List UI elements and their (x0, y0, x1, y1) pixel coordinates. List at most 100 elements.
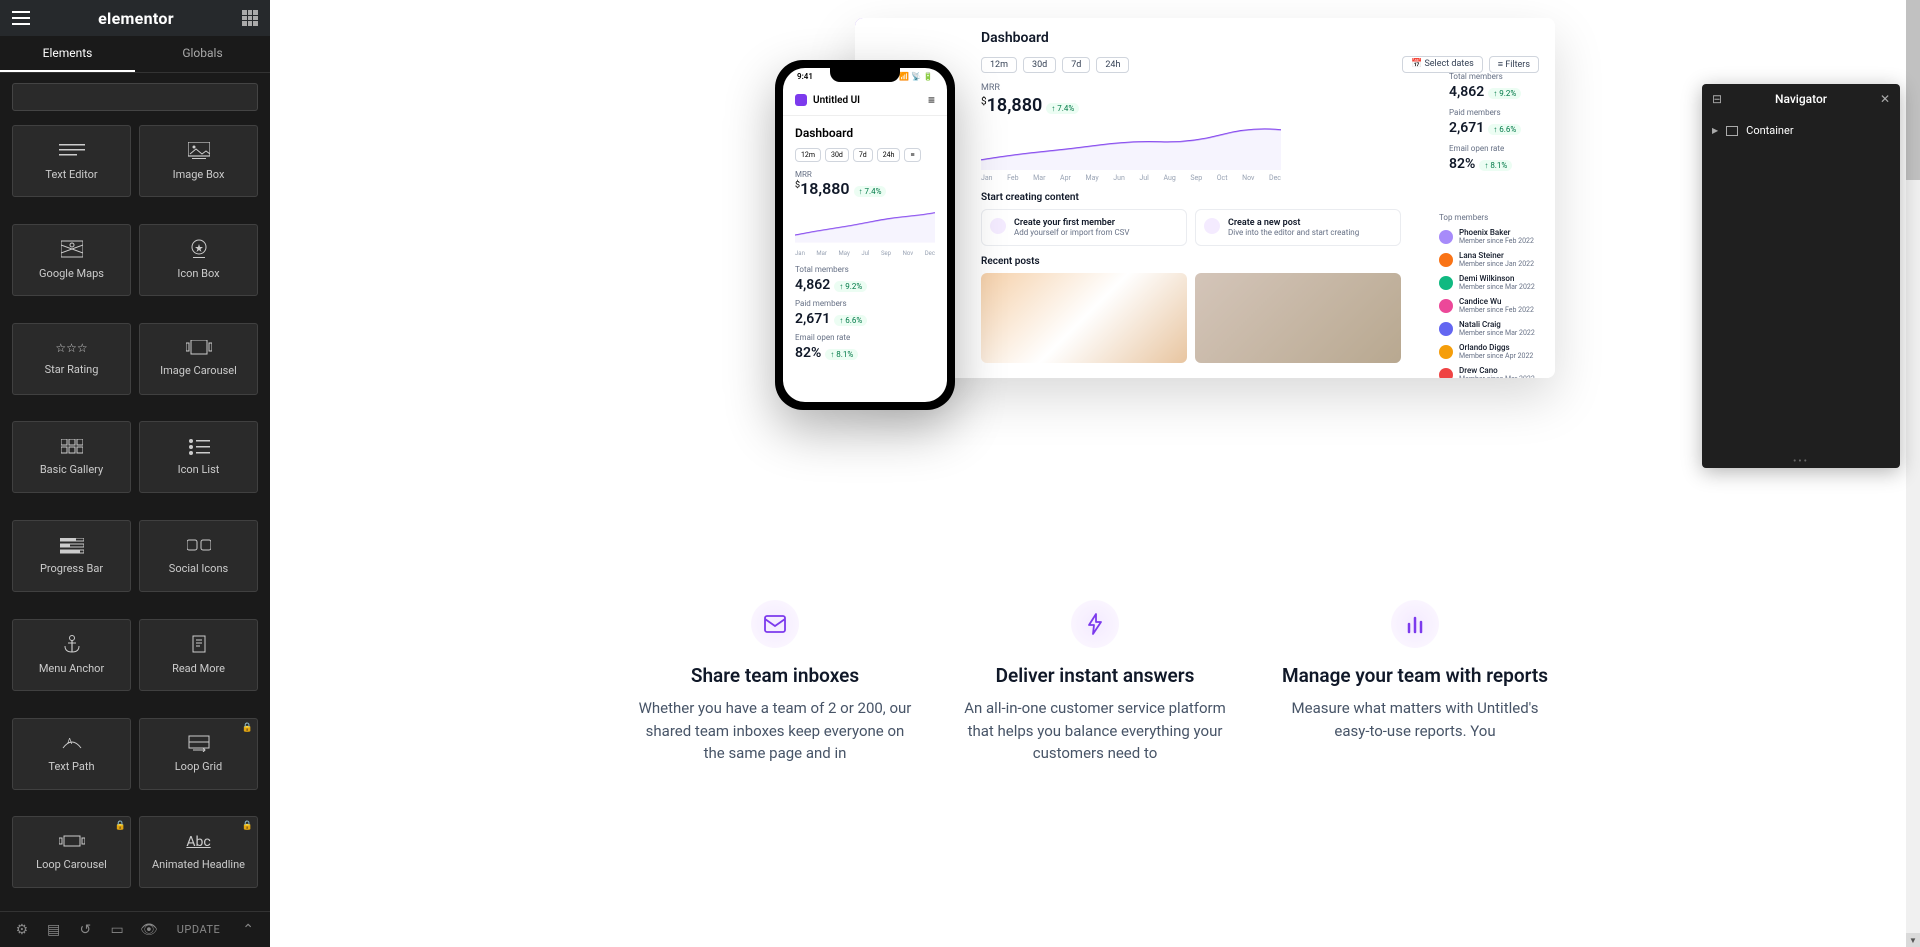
widget-read-more[interactable]: Read More (139, 619, 258, 691)
basic-gallery-icon (61, 439, 83, 455)
feature-desc: Measure what matters with Untitled's eas… (1275, 697, 1555, 742)
window-scrollbar[interactable]: ▲ ▼ (1906, 0, 1920, 947)
tab-elements[interactable]: Elements (0, 36, 135, 72)
navigator-header[interactable]: ⊟ Navigator ✕ (1702, 84, 1900, 114)
widget-icon-box[interactable]: Icon Box (139, 224, 258, 296)
widget-social-icons[interactable]: Social Icons (139, 520, 258, 592)
chevron-up-icon[interactable]: ⌃ (234, 916, 262, 944)
filter-30d: 30d (1023, 57, 1056, 73)
bar-chart-icon (1391, 600, 1439, 648)
loop-grid-icon (187, 734, 211, 752)
navigator-panel[interactable]: ⊟ Navigator ✕ ▶ Container ••• (1702, 84, 1900, 468)
widget-label: Loop Carousel (36, 858, 107, 871)
close-icon[interactable]: ✕ (1880, 92, 1890, 106)
preview-icon[interactable]: 👁 (135, 916, 163, 944)
hero-mockup: Untitled UI ⌕ Search Dashboard 12m 30d 7… (595, 0, 1595, 430)
lightning-icon (1071, 600, 1119, 648)
filter-icon: ≡ (904, 148, 920, 162)
read-more-icon (190, 634, 208, 654)
text-editor-icon (59, 142, 85, 160)
elementor-logo: elementor (98, 9, 174, 28)
widget-star-rating[interactable]: ☆☆☆ Star Rating (12, 323, 131, 395)
layers-icon[interactable]: ▤ (40, 916, 68, 944)
elementor-sidebar: elementor Elements Globals Text Editor I… (0, 0, 270, 947)
google-maps-icon (61, 239, 83, 259)
widget-label: Loop Grid (175, 760, 222, 773)
svg-text:A: A (67, 737, 73, 746)
widget-image-carousel[interactable]: Image Carousel (139, 323, 258, 395)
widgets-grid: Text Editor Image Box Google Maps Icon B… (0, 121, 270, 911)
container-icon (1726, 126, 1738, 136)
update-button[interactable]: UPDATE (167, 923, 230, 936)
search-wrap (0, 73, 270, 121)
widget-label: Social Icons (169, 562, 228, 575)
mrr-chart (981, 120, 1281, 170)
phone-chart (795, 204, 935, 244)
sidebar-header: elementor (0, 0, 270, 36)
icon-list-icon (188, 439, 210, 455)
menu-icon[interactable] (12, 11, 30, 25)
select-dates-button: 📅 Select dates (1402, 56, 1483, 73)
filter-12m: 12m (981, 57, 1017, 73)
widget-label: Progress Bar (40, 562, 103, 575)
widget-label: Icon Box (177, 267, 219, 280)
widget-menu-anchor[interactable]: Menu Anchor (12, 619, 131, 691)
image-carousel-icon (186, 340, 212, 356)
widget-loop-grid[interactable]: 🔒 Loop Grid (139, 718, 258, 790)
sidebar-tabs: Elements Globals (0, 36, 270, 73)
widget-animated-headline[interactable]: 🔒AbcAnimated Headline (139, 816, 258, 888)
feature-answers: Deliver instant answers An all-in-one cu… (955, 600, 1235, 765)
responsive-icon[interactable]: ▭ (103, 916, 131, 944)
settings-icon[interactable]: ⚙ (8, 916, 36, 944)
navigator-tree: ▶ Container (1702, 114, 1900, 454)
widget-image-box[interactable]: Image Box (139, 125, 258, 197)
text-path-icon: A (61, 734, 83, 752)
tab-globals[interactable]: Globals (135, 36, 270, 72)
create-post-card: Create a new postDive into the editor an… (1195, 209, 1401, 246)
phone-mockup: 9:41📶 📡 🔋 Untitled UI≡ Dashboard 12m 30d… (775, 60, 955, 410)
editor-canvas[interactable]: Untitled UI ⌕ Search Dashboard 12m 30d 7… (270, 0, 1920, 947)
mail-icon (751, 600, 799, 648)
feature-title: Share team inboxes (635, 664, 915, 687)
icon-box-icon (189, 239, 209, 259)
scrollbar-thumb[interactable] (1906, 0, 1920, 180)
menu-anchor-icon (63, 634, 81, 654)
navigator-resize-handle[interactable]: ••• (1702, 454, 1900, 468)
widget-basic-gallery[interactable]: Basic Gallery (12, 421, 131, 493)
image-box-icon (188, 142, 210, 160)
navigator-item-label: Container (1746, 124, 1793, 137)
chevron-right-icon[interactable]: ▶ (1712, 126, 1718, 135)
widget-google-maps[interactable]: Google Maps (12, 224, 131, 296)
dock-icon[interactable]: ⊟ (1712, 92, 1722, 106)
progress-bar-icon (60, 538, 84, 554)
scroll-down-arrow[interactable]: ▼ (1906, 933, 1920, 947)
right-stats: Total members4,862↑ 9.2% Paid members2,6… (1449, 72, 1539, 180)
dashboard-title: Dashboard (981, 30, 1539, 46)
widget-label: Animated Headline (152, 858, 245, 871)
widget-progress-bar[interactable]: Progress Bar (12, 520, 131, 592)
phone-header: Untitled UI≡ (783, 85, 947, 116)
social-icons-icon (187, 538, 211, 554)
widget-label: Star Rating (45, 363, 99, 376)
post-thumbnail (1195, 273, 1401, 363)
post-thumbnail (981, 273, 1187, 363)
apps-grid-icon[interactable] (242, 10, 258, 26)
sidebar-footer: ⚙ ▤ ↺ ▭ 👁 UPDATE ⌃ (0, 911, 270, 947)
create-member-card: Create your first memberAdd yourself or … (981, 209, 1187, 246)
widget-text-path[interactable]: AText Path (12, 718, 131, 790)
features-row: Share team inboxes Whether you have a te… (350, 600, 1840, 765)
hamburger-icon: ≡ (928, 93, 935, 107)
lock-icon: 🔒 (242, 723, 253, 733)
navigator-item-container[interactable]: ▶ Container (1702, 118, 1900, 143)
widget-search-input[interactable] (12, 83, 258, 111)
widget-label: Icon List (178, 463, 220, 476)
widget-loop-carousel[interactable]: 🔒Loop Carousel (12, 816, 131, 888)
widget-label: Read More (172, 662, 225, 675)
chart-months: JanFebMarAprMayJunJulAugSepOctNovDec (981, 174, 1281, 182)
filters-button: ≡ Filters (1489, 56, 1539, 73)
widget-icon-list[interactable]: Icon List (139, 421, 258, 493)
widget-label: Image Carousel (160, 364, 237, 377)
star-rating-icon: ☆☆☆ (55, 341, 87, 355)
history-icon[interactable]: ↺ (72, 916, 100, 944)
widget-text-editor[interactable]: Text Editor (12, 125, 131, 197)
